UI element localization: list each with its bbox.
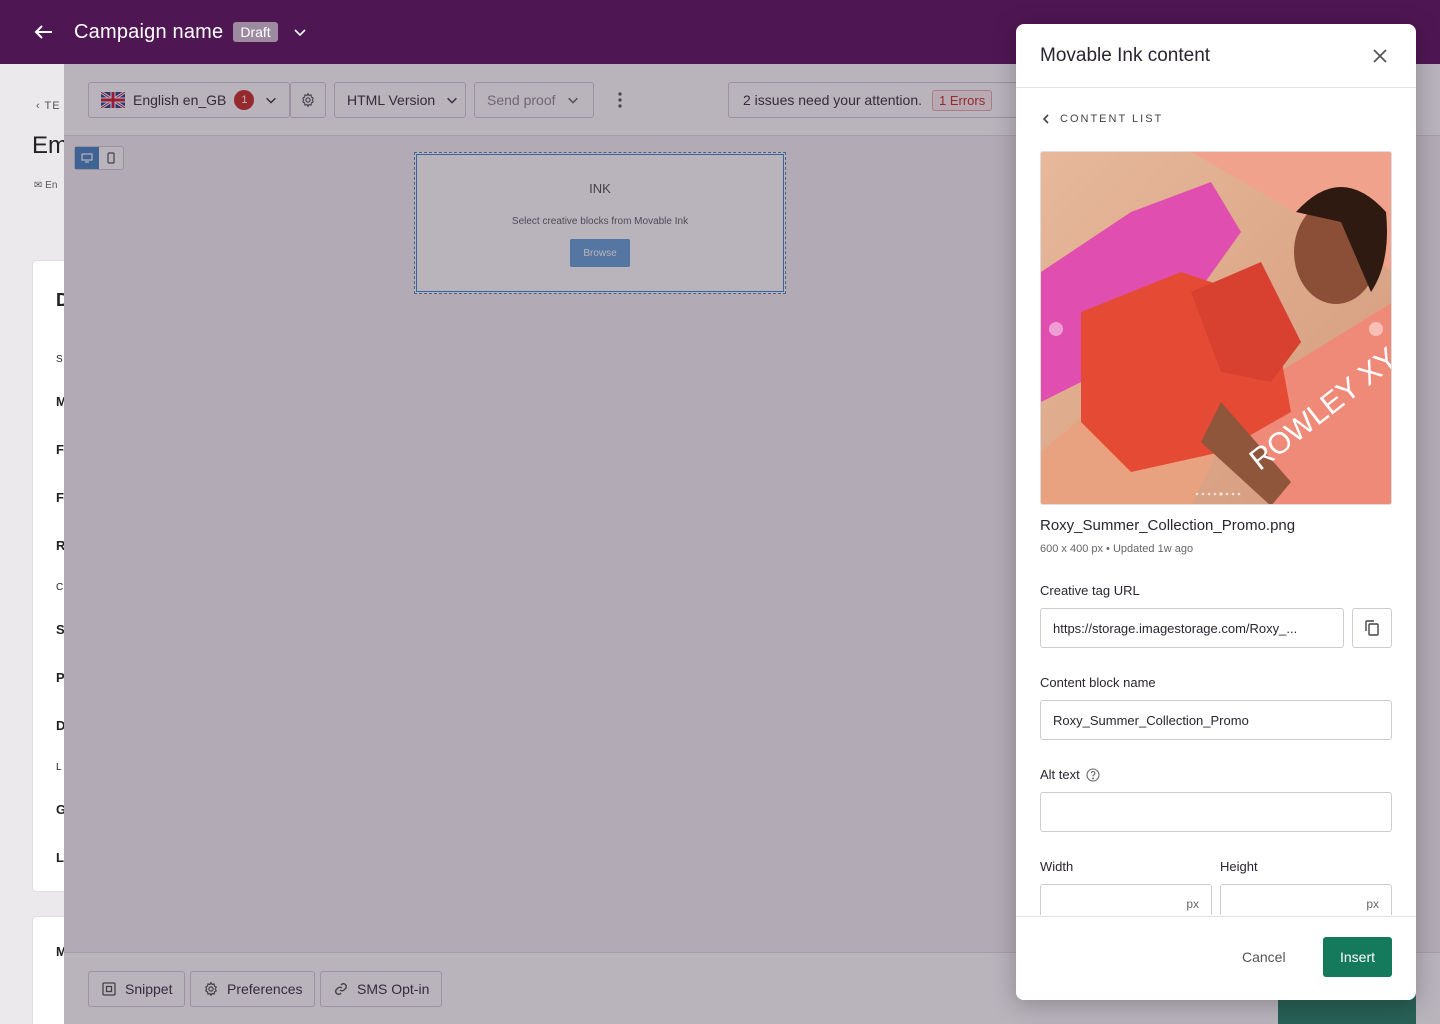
envelope-label: ✉ En [34, 180, 58, 191]
height-label: Height [1220, 859, 1258, 874]
next-image-arrow-icon[interactable] [1369, 322, 1383, 336]
height-field[interactable]: px [1220, 884, 1392, 915]
chevron-left-icon [1042, 114, 1049, 124]
alt-text-label: Alt text [1040, 767, 1080, 782]
width-unit: px [1186, 897, 1199, 911]
back-arrow-icon[interactable] [32, 20, 56, 44]
cancel-button[interactable]: Cancel [1242, 937, 1286, 977]
file-meta: 600 x 400 px • Updated 1w ago [1040, 543, 1194, 555]
copy-url-button[interactable] [1352, 608, 1392, 648]
creative-tag-label: Creative tag URL [1040, 583, 1140, 598]
content-list-back-link[interactable]: CONTENT LIST [1040, 113, 1163, 125]
campaign-title: Campaign name [74, 20, 224, 43]
previous-image-arrow-icon[interactable] [1049, 322, 1063, 336]
alt-text-label-row: Alt text [1040, 767, 1100, 782]
copy-icon [1365, 620, 1379, 636]
movable-ink-modal: Movable Ink content CONTENT LIST ROWLEY … [1016, 24, 1416, 1000]
content-preview-image: ROWLEY XY [1040, 151, 1392, 505]
page-heading: Em [32, 132, 68, 159]
width-field[interactable]: px [1040, 884, 1212, 915]
modal-body: CONTENT LIST ROWLEY XY Roxy_Summer_Colle… [1016, 89, 1416, 915]
insert-button[interactable]: Insert [1323, 937, 1392, 977]
promo-photo: ROWLEY XY [1041, 152, 1391, 504]
file-name: Roxy_Summer_Collection_Promo.png [1040, 517, 1296, 534]
height-unit: px [1366, 897, 1379, 911]
list-item: L [56, 762, 62, 773]
content-list-label: CONTENT LIST [1060, 113, 1164, 125]
list-item: L [56, 850, 64, 865]
help-icon[interactable] [1086, 767, 1100, 782]
status-badge: Draft [233, 22, 278, 42]
modal-header: Movable Ink content [1016, 24, 1416, 88]
close-icon[interactable] [1370, 46, 1390, 66]
content-block-name-field[interactable]: Roxy_Summer_Collection_Promo [1040, 700, 1392, 740]
list-item: F [56, 490, 64, 505]
list-item: S [56, 354, 63, 365]
background-page: ‹ TE Em ✉ En D S M F F R C S P D L G L M [0, 64, 72, 1024]
modal-footer: Cancel Insert [1016, 916, 1416, 1000]
width-label: Width [1040, 859, 1074, 874]
breadcrumb: ‹ TE [36, 100, 61, 112]
block-name-label: Content block name [1040, 675, 1156, 690]
list-item: F [56, 442, 64, 457]
chevron-down-icon[interactable] [292, 24, 308, 40]
creative-tag-url-field[interactable]: https://storage.imagestorage.com/Roxy_..… [1040, 608, 1344, 648]
modal-title: Movable Ink content [1040, 44, 1211, 66]
list-item: C [56, 582, 64, 593]
alt-text-field[interactable] [1040, 792, 1392, 832]
